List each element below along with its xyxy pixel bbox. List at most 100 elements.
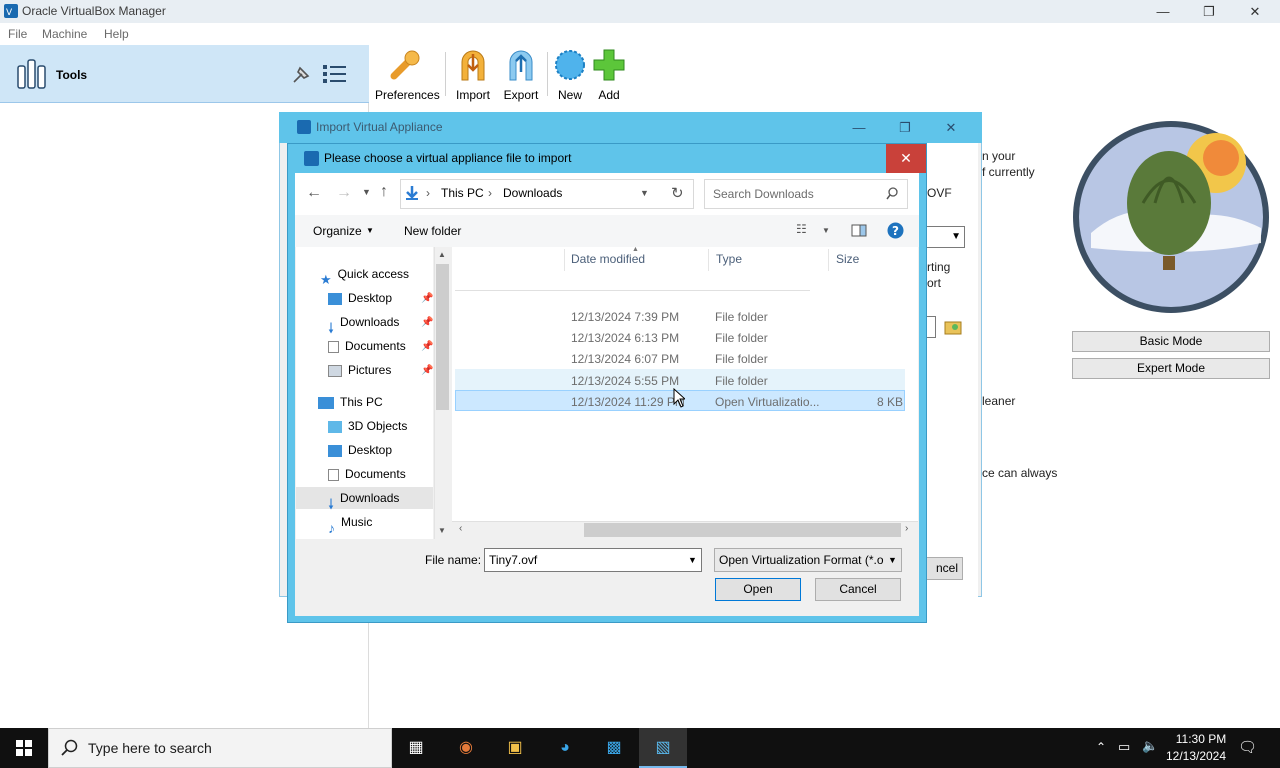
scroll-down-icon[interactable]: ▼ (438, 526, 446, 535)
view-chevron-icon[interactable]: ▼ (822, 226, 830, 235)
restore-button[interactable]: ❐ (1186, 0, 1232, 23)
expert-mode-button[interactable]: Expert Mode (1072, 358, 1270, 379)
breadcrumb-separator: › (426, 186, 430, 200)
basic-mode-button[interactable]: Basic Mode (1072, 331, 1270, 352)
wizard-text: ce can always (982, 466, 1058, 480)
network-icon[interactable]: ▭ (1118, 739, 1130, 755)
column-separator (828, 249, 829, 271)
column-date-modified[interactable]: Date modified (571, 252, 645, 266)
pin-icon: 📌 (421, 365, 434, 376)
file-explorer-icon[interactable]: ▣ (491, 728, 539, 768)
file-dialog-close-button[interactable]: ✕ (886, 144, 926, 173)
tree-label: This PC (340, 395, 383, 409)
volume-muted-icon[interactable]: 🔈 (1142, 738, 1158, 754)
preferences-button[interactable]: Preferences (375, 48, 440, 102)
preview-pane-icon[interactable] (851, 224, 867, 237)
tree-label: Documents (345, 339, 406, 353)
organize-chevron-icon: ▼ (366, 226, 374, 235)
file-row[interactable]: 12/13/2024 6:07 PM File folder (455, 348, 905, 369)
svg-text:V: V (6, 8, 13, 18)
horizontal-scroll-thumb[interactable] (584, 523, 901, 537)
refresh-icon[interactable]: ↻ (671, 184, 684, 202)
clock-date[interactable]: 12/13/2024 (1164, 749, 1228, 763)
help-icon[interactable]: ? (887, 222, 904, 239)
tree-item-this-pc[interactable]: This PC (318, 391, 383, 413)
tree-item-music[interactable]: ♪ Music (328, 511, 372, 536)
scroll-left-icon[interactable]: ‹ (459, 523, 462, 534)
task-view-icon[interactable]: ▦ (392, 728, 440, 768)
search-placeholder: Search Downloads (713, 187, 814, 201)
tree-item-downloads-selected[interactable]: 🠗 Downloads (328, 487, 399, 512)
show-hidden-icons-chevron-icon[interactable]: ⌃ (1096, 740, 1106, 754)
column-size[interactable]: Size (836, 252, 859, 266)
cancel-button[interactable]: Cancel (815, 578, 901, 601)
breadcrumb-downloads[interactable]: Downloads (503, 186, 562, 200)
breadcrumb-this-pc[interactable]: This PC (441, 186, 484, 200)
minimize-button[interactable]: — (1140, 0, 1186, 23)
edge-icon[interactable]: ◕ (541, 728, 589, 768)
file-row[interactable]: 12/13/2024 7:39 PM File folder (455, 306, 905, 327)
document-icon (328, 340, 339, 353)
menu-machine[interactable]: Machine (42, 27, 87, 41)
forward-arrow-icon[interactable]: → (336, 184, 352, 202)
downloads-arrow-icon (406, 186, 418, 200)
file-type: File folder (715, 331, 768, 345)
tree-item-documents[interactable]: Documents (328, 463, 406, 485)
tree-item-quick-access[interactable]: ★ Quick access (320, 263, 409, 287)
open-button[interactable]: Open (715, 578, 801, 601)
scroll-up-icon[interactable]: ▲ (438, 250, 446, 259)
view-options-icon[interactable]: ☷ (796, 222, 807, 236)
pin-icon[interactable] (290, 62, 314, 86)
file-size: 8 KB (877, 395, 904, 409)
add-button[interactable]: Add (579, 48, 639, 102)
wizard-source-dropdown[interactable]: ▼ (926, 226, 965, 248)
notifications-icon[interactable]: 🗨 (1238, 738, 1257, 756)
file-row-hovered[interactable]: 12/13/2024 5:55 PM File folder (455, 369, 905, 390)
firefox-icon[interactable]: ◉ (442, 728, 490, 768)
menu-file[interactable]: File (8, 27, 27, 41)
folder-open-icon[interactable] (944, 319, 962, 335)
virtualbox-taskbar-icon[interactable]: ▩ (590, 728, 638, 768)
wizard-cancel-button[interactable]: ncel (926, 557, 963, 580)
file-name-label: File name: (425, 553, 482, 567)
column-type[interactable]: Type (716, 252, 742, 266)
wizard-close-button[interactable]: ✕ (928, 112, 974, 143)
file-dialog-title: Please choose a virtual appliance file t… (324, 151, 572, 165)
windows-start-icon[interactable] (0, 728, 48, 768)
search-icon[interactable] (886, 187, 899, 200)
list-menu-icon[interactable] (322, 62, 348, 86)
tree-item-pictures[interactable]: Pictures (328, 359, 391, 381)
menu-help[interactable]: Help (104, 27, 129, 41)
address-dropdown-chevron-icon[interactable]: ▼ (640, 188, 649, 198)
wizard-maximize-button[interactable]: ❐ (882, 112, 928, 143)
scroll-right-icon[interactable]: › (905, 523, 908, 534)
new-folder-button[interactable]: New folder (404, 224, 461, 238)
file-type-select[interactable]: Open Virtualization Format (*.o (714, 548, 902, 572)
close-button[interactable]: ✕ (1232, 0, 1278, 23)
balloon-illustration-icon (1073, 121, 1269, 313)
organize-menu[interactable]: Organize (313, 224, 362, 238)
tree-item-documents[interactable]: Documents (328, 335, 406, 357)
file-date: 12/13/2024 6:07 PM (571, 352, 680, 366)
virtualbox-logo-icon (297, 120, 311, 134)
back-arrow-icon[interactable]: ← (306, 184, 322, 202)
file-type-chevron-icon[interactable]: ▼ (888, 555, 897, 565)
virtualbox-manager-taskbar-icon[interactable]: ▧ (639, 728, 687, 768)
tree-scroll-thumb[interactable] (436, 264, 449, 410)
tree-item-3d-objects[interactable]: 3D Objects (328, 415, 407, 437)
file-row[interactable]: 12/13/2024 6:13 PM File folder (455, 327, 905, 348)
tree-item-desktop[interactable]: Desktop (328, 287, 392, 309)
title-bar (0, 0, 1280, 23)
tree-item-desktop[interactable]: Desktop (328, 439, 392, 461)
clock-time[interactable]: 11:30 PM (1171, 732, 1231, 746)
file-name-dropdown-chevron-icon[interactable]: ▼ (688, 555, 697, 565)
desktop-icon (328, 292, 342, 305)
up-arrow-icon[interactable]: ↑ (380, 183, 388, 201)
file-type: File folder (715, 374, 768, 388)
wizard-minimize-button[interactable]: — (836, 112, 882, 143)
file-name-input[interactable]: Tiny7.ovf (484, 548, 702, 572)
tree-item-downloads[interactable]: 🠗 Downloads (328, 311, 399, 336)
column-separator (708, 249, 709, 271)
recent-locations-chevron-icon[interactable]: ▼ (362, 187, 371, 197)
wizard-file-field[interactable] (926, 316, 936, 338)
